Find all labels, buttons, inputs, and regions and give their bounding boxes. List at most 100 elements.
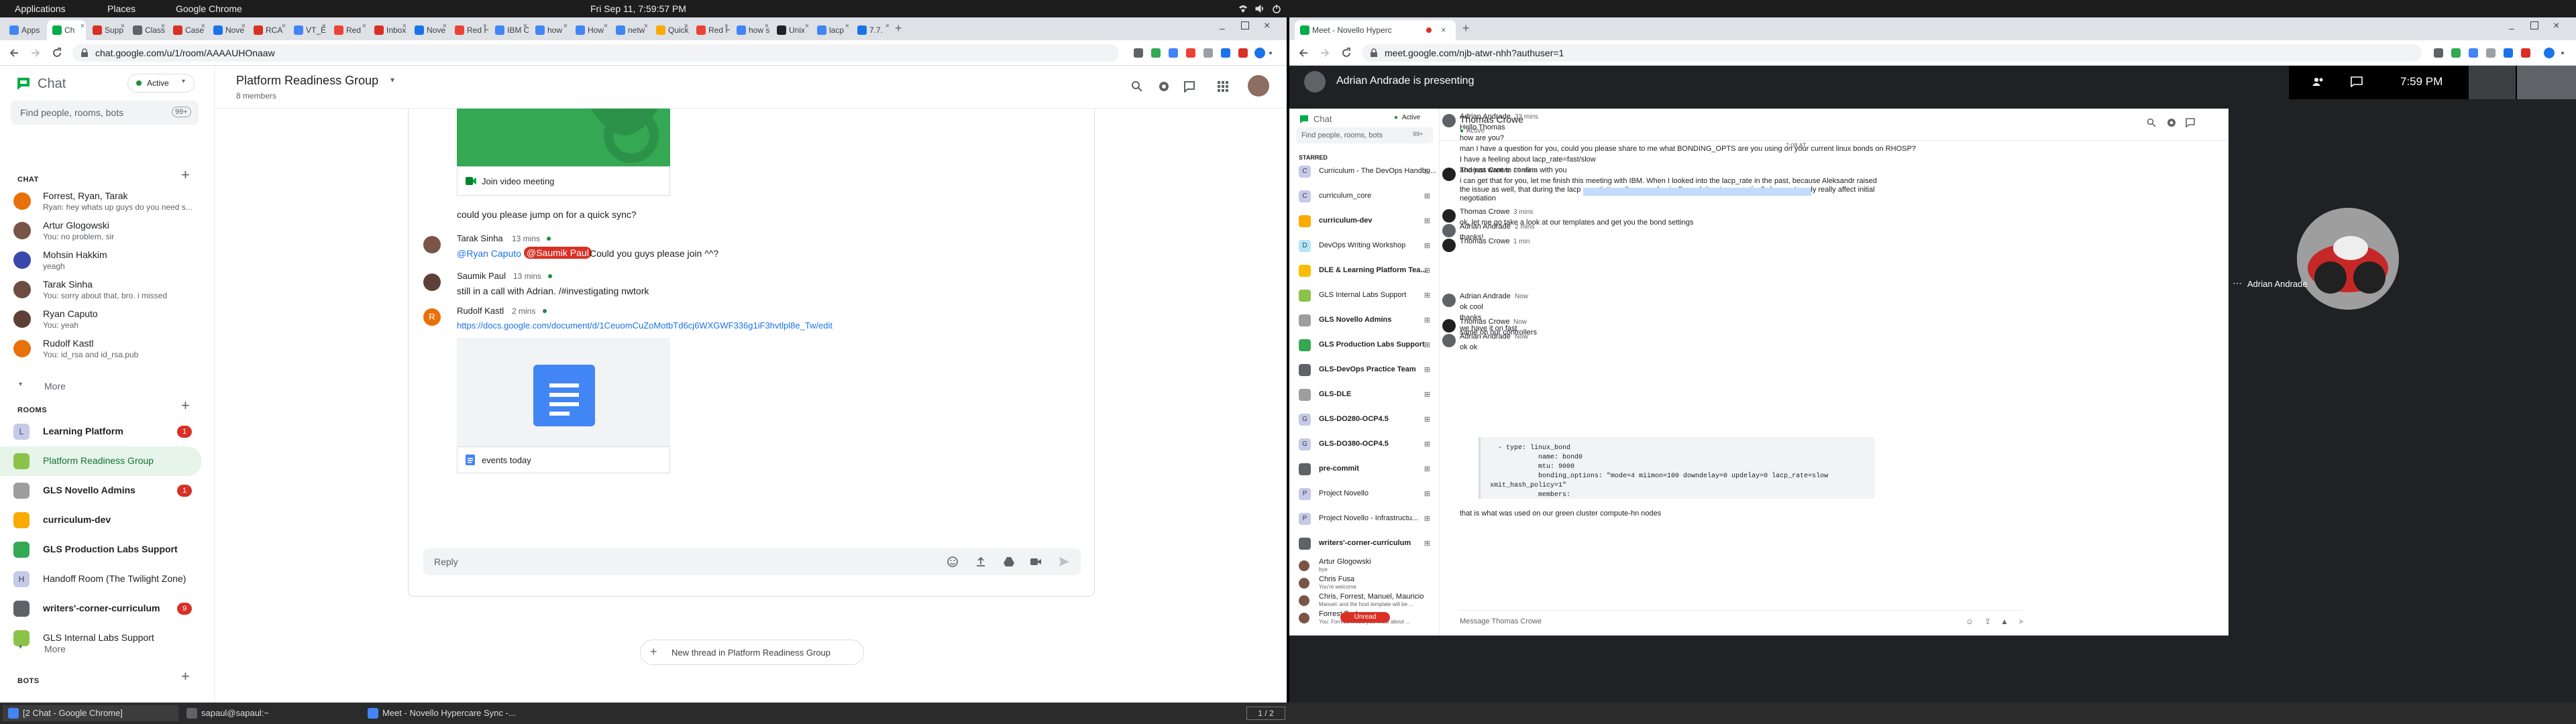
back-icon[interactable] (8, 47, 20, 59)
tab-item[interactable]: Red H × (691, 20, 730, 40)
close-tab-icon[interactable]: × (241, 22, 246, 30)
message-author[interactable]: Adrian Andrade (1460, 333, 1511, 341)
message-input[interactable]: Message Thomas Crowe ☺ ⇪ ▲ ➤ (1460, 610, 2025, 629)
power-icon[interactable] (1271, 3, 1282, 14)
send-icon[interactable] (1058, 556, 1070, 568)
chevron-down-icon[interactable]: ▾ (390, 75, 394, 84)
pin-icon[interactable]: ⊞ (1424, 539, 1430, 548)
pin-icon[interactable]: ⊞ (1424, 167, 1430, 176)
apps-grid-icon[interactable] (1217, 80, 1229, 93)
tab-item[interactable]: lacp × (812, 20, 851, 40)
tab-item[interactable]: 7.7. × (852, 20, 891, 40)
avatar[interactable] (1442, 224, 1456, 237)
mention[interactable]: @Ryan Caputo (457, 248, 521, 259)
workspace-switcher[interactable]: 1 / 2 (1246, 707, 1285, 720)
emoji-icon[interactable]: ☺ (1966, 617, 1974, 626)
add-room-icon[interactable]: + (181, 397, 190, 414)
starred-item[interactable]: GLS Production Labs Support ⊞ (1289, 333, 1440, 357)
close-tab-icon[interactable]: × (121, 22, 125, 30)
feedback-icon[interactable] (1183, 80, 1195, 93)
message-author[interactable]: Rudolf Kastl (457, 306, 504, 316)
chat-icon[interactable] (2351, 76, 2363, 87)
taskbar-item-meet[interactable]: Meet - Novello Hypercare Sync -... (362, 705, 550, 721)
close-tab-icon[interactable]: × (885, 22, 890, 30)
tab-item[interactable]: IBM C × (490, 20, 529, 40)
pin-icon[interactable]: ⊞ (1424, 489, 1430, 498)
dm-item[interactable]: Forrest, Ryan, Tarak Ryan: hey whats up g… (0, 186, 215, 216)
add-bot-icon[interactable]: + (181, 668, 190, 685)
feedback-icon[interactable] (2186, 118, 2195, 127)
search-icon[interactable] (1131, 80, 1143, 93)
close-tab-icon[interactable]: × (402, 22, 407, 30)
room-item[interactable]: H Handoff Room (The Twilight Zone) (0, 564, 215, 594)
participant-tile[interactable]: ⋯ Adrian Andrade (2229, 109, 2576, 636)
tab-item[interactable]: Case × (168, 20, 207, 40)
gear-icon[interactable] (2167, 118, 2176, 127)
tab-item[interactable]: Nove × (208, 20, 247, 40)
room-item[interactable]: Platform Readiness Group (0, 446, 201, 476)
close-tab-icon[interactable]: × (684, 22, 688, 30)
starred-item[interactable]: P Project Novello - Infrastructu... ⊞ (1289, 507, 1440, 531)
avatar[interactable] (1442, 319, 1456, 333)
new-thread-button[interactable]: + New thread in Platform Readiness Group (640, 640, 864, 665)
pin-icon[interactable]: ⊞ (1424, 514, 1430, 523)
dm-item[interactable]: Ryan Caputo You: yeah (0, 304, 215, 334)
starred-item[interactable]: Ccurriculum_core ⊞ (1289, 184, 1440, 208)
starred-item[interactable]: GLS Novello Admins ⊞ (1289, 308, 1440, 333)
close-tab-icon[interactable]: × (201, 22, 205, 30)
starred-item[interactable]: G GLS-DO380-OCP4.5 ⊞ (1289, 432, 1440, 457)
drive-icon[interactable] (1003, 556, 1015, 568)
starred-item[interactable]: GLS Internal Labs Support ⊞ (1289, 284, 1440, 308)
taskbar-item-terminal[interactable]: sapaul@sapaul:~ (181, 705, 362, 721)
search-input[interactable]: Find people, rooms, bots 99+ (1296, 127, 1433, 143)
dm-item[interactable]: Rudolf Kastl You: id_rsa and id_rsa.pub (0, 334, 215, 363)
forward-icon[interactable] (30, 47, 42, 59)
pin-icon[interactable]: ⊞ (1424, 192, 1430, 200)
more-rooms-button[interactable]: ▾ More (13, 642, 94, 656)
maximize-icon[interactable] (1241, 21, 1249, 29)
avatar[interactable] (423, 274, 441, 291)
doc-preview[interactable] (457, 338, 670, 446)
dm-name[interactable]: Artur Glogowski (1319, 558, 1371, 566)
close-tab-icon[interactable]: × (523, 22, 527, 30)
message-author[interactable]: Adrian Andrade (1460, 113, 1511, 121)
volume-icon[interactable] (1254, 3, 1265, 14)
avatar[interactable]: R (423, 308, 441, 326)
send-icon[interactable]: ➤ (2018, 617, 2025, 626)
dm-item[interactable]: Artur Glogowski You: no problem, sir (0, 216, 215, 245)
people-icon[interactable] (2312, 76, 2325, 87)
close-tab-icon[interactable]: × (1441, 25, 1446, 35)
message-author[interactable]: Tarak Sinha (457, 233, 503, 243)
room-members[interactable]: 8 members (236, 91, 276, 101)
minimize-icon[interactable]: – (2509, 23, 2514, 34)
avatar[interactable] (1299, 595, 1309, 606)
search-input[interactable]: Find people, rooms, bots 99+ (11, 101, 199, 125)
add-chat-icon[interactable]: + (181, 166, 190, 184)
applications-menu[interactable]: Applications (15, 3, 66, 14)
drive-icon[interactable]: ▲ (2000, 617, 2008, 626)
more-options-icon[interactable]: ⋯ (2233, 278, 2242, 289)
reload-icon[interactable] (1340, 47, 1352, 59)
tab-item[interactable]: How × (570, 20, 609, 40)
pin-icon[interactable]: ⊞ (1424, 217, 1430, 225)
mention-self[interactable]: @Saumik Paul (524, 247, 592, 259)
message-author[interactable]: Saumik Paul (457, 271, 506, 281)
tab-item[interactable]: Red × (329, 20, 368, 40)
pin-icon[interactable]: ⊞ (1424, 291, 1430, 300)
upload-icon[interactable] (975, 556, 987, 568)
avatar[interactable] (1299, 560, 1309, 571)
dm-item[interactable]: Mohsin Hakkim yeagh (0, 245, 215, 275)
message-author[interactable]: Adrian Andrade (1460, 223, 1511, 231)
message-author[interactable]: Thomas Crowe (1460, 318, 1510, 326)
starred-item[interactable]: GLS-DevOps Practice Team ⊞ (1289, 358, 1440, 382)
maximize-icon[interactable] (2530, 21, 2538, 29)
room-item[interactable]: writers'-corner-curriculum 9 (0, 594, 215, 623)
self-view-thumbnail[interactable] (2469, 66, 2516, 99)
video-meeting-thumbnail[interactable] (457, 109, 670, 166)
taskbar-item-chat[interactable]: [2 Chat - Google Chrome] (3, 705, 178, 721)
message-author[interactable]: Adrian Andrade (1460, 292, 1511, 300)
avatar[interactable] (1442, 209, 1456, 223)
chrome-app-menu[interactable]: Google Chrome (176, 3, 242, 14)
close-tab-icon[interactable]: × (80, 22, 85, 30)
tab-item[interactable]: Supp × (87, 20, 126, 40)
